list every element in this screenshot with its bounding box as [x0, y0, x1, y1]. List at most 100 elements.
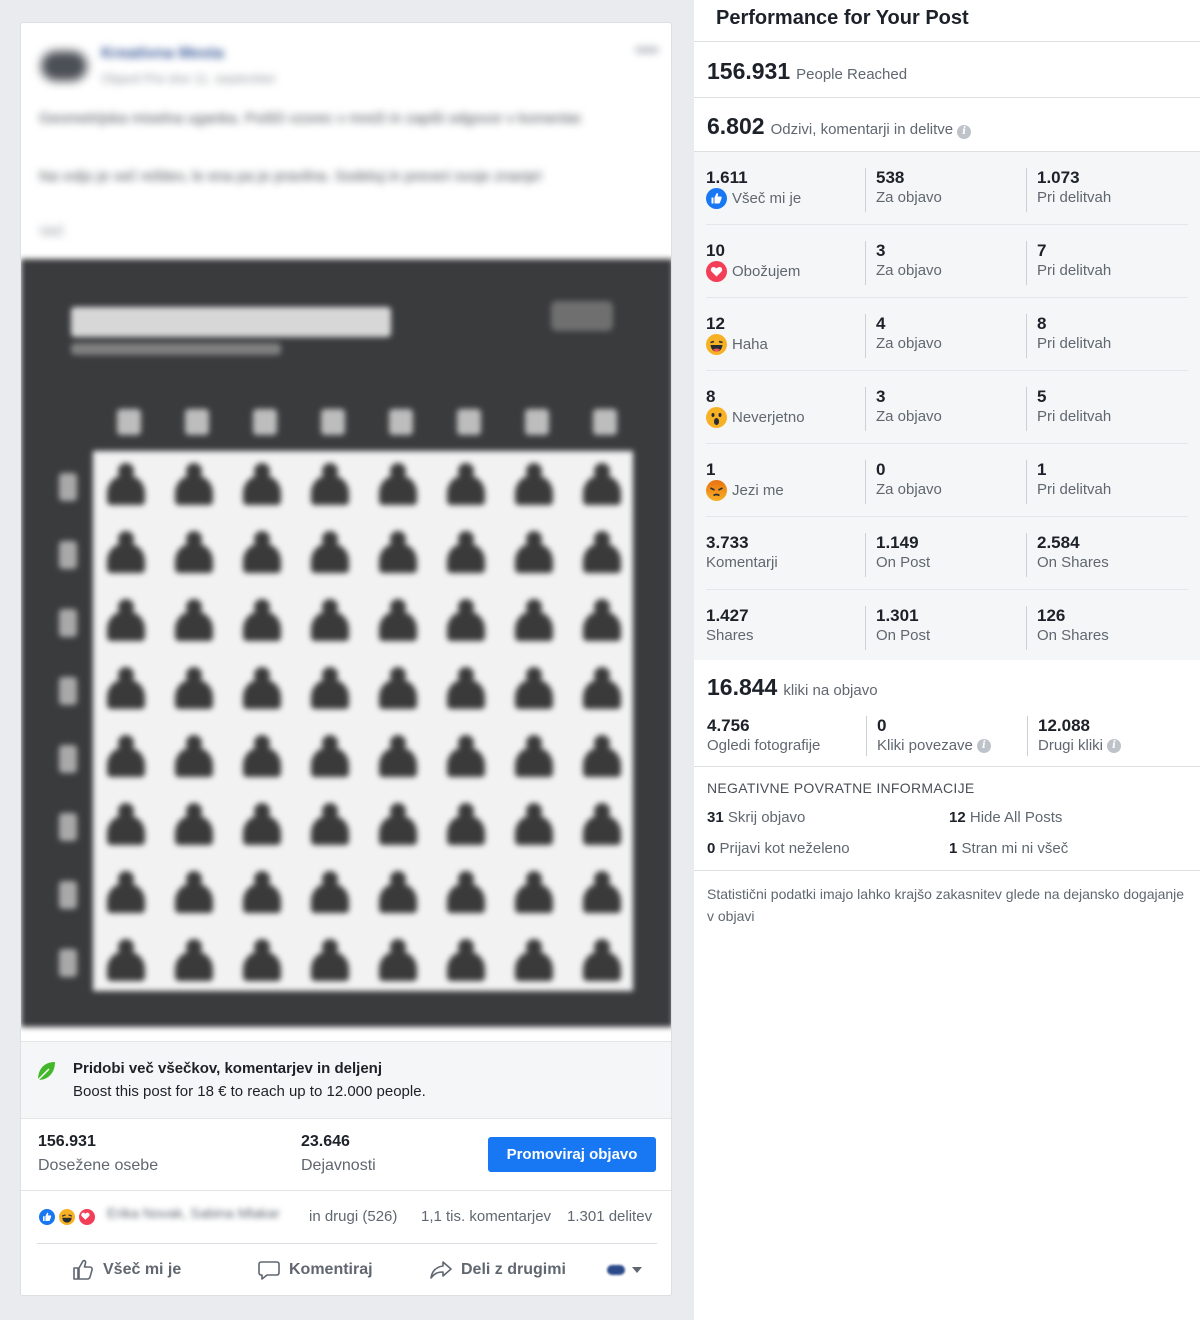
pawn-icon	[175, 939, 213, 981]
board-row-number	[59, 473, 77, 501]
board-row-number	[59, 541, 77, 569]
like-button-label: Všeč mi je	[103, 1261, 182, 1278]
see-more-link[interactable]: Več	[39, 223, 64, 240]
total-label: Neverjetno	[732, 408, 805, 426]
engagement-summary: 6.802 Odzivi, komentarji in delitve i	[707, 113, 972, 140]
other-clicks-value: 12.088	[1038, 716, 1090, 735]
performance-panel: Performance for Your Post 156.931 People…	[694, 0, 1200, 1320]
comments-count[interactable]: 1,1 tis. komentarjev	[421, 1208, 551, 1225]
panel-title: Performance for Your Post	[716, 7, 969, 29]
total-label: Obožujem	[732, 262, 801, 280]
on-shares-label: On Shares	[1037, 554, 1109, 571]
more-options-icon[interactable]	[635, 47, 659, 53]
breakdown-on-shares: 5 Pri delitvah	[1026, 387, 1111, 431]
pawn-icon	[447, 599, 485, 641]
image-subtitle-bar	[71, 343, 281, 355]
pawn-icon	[311, 735, 349, 777]
unlike-stat: 1 Stran mi ni všeč	[949, 840, 1068, 857]
page-name[interactable]: Kreativna Mesta	[101, 45, 224, 63]
total-label: Všeč mi je	[732, 189, 802, 207]
info-icon[interactable]: i	[957, 125, 972, 139]
share-button[interactable]: Deli z drugimi	[429, 1256, 566, 1284]
photo-views: 4.756 Ogledi fotografije	[707, 716, 820, 756]
post-as-selector[interactable]	[607, 1256, 651, 1284]
photo-views-value: 4.756	[707, 716, 750, 735]
like-reaction-icon	[37, 1207, 57, 1227]
pawn-icon	[243, 531, 281, 573]
pawn-icon	[447, 463, 485, 505]
action-bar: Všeč mi je Komentiraj Deli z drugimi	[37, 1243, 657, 1295]
boost-title: Pridobi več všečkov, komentarjev in delj…	[73, 1060, 383, 1077]
pawn-icon	[583, 531, 621, 573]
breakdown-row: 3.733 Komentarji 1.149 On Post 2.584 On …	[706, 517, 1188, 590]
pawn-icon	[515, 939, 553, 981]
negative-feedback-title: NEGATIVNE POVRATNE INFORMACIJE	[707, 780, 975, 796]
unlike-value: 1	[949, 840, 958, 857]
engagement-label: Dejavnosti	[301, 1157, 376, 1174]
breakdown-total: 1.427 Shares	[706, 606, 754, 650]
reactions-summary[interactable]: Erika Novak, Sabina Mlakar in drugi (526…	[21, 1191, 671, 1243]
on-shares-value: 1.073	[1037, 168, 1080, 187]
board-row-number	[59, 609, 77, 637]
on-post-label: Za objavo	[876, 262, 942, 279]
comment-icon	[258, 1261, 280, 1280]
total-value: 1.611	[706, 168, 748, 187]
pawn-icon	[379, 599, 417, 641]
on-post-value: 1.149	[876, 533, 919, 552]
breakdown-total: 1 Jezi me	[706, 460, 784, 504]
spam-stat: 0 Prijavi kot neželeno	[707, 840, 850, 857]
others-count[interactable]: in drugi (526)	[309, 1208, 397, 1225]
pawn-icon	[447, 735, 485, 777]
promote-post-button[interactable]: Promoviraj objavo	[488, 1137, 656, 1172]
post-header: Kreativna Mesta Objavil Pixi dne 11. sep…	[21, 23, 671, 259]
page-avatar[interactable]	[41, 51, 87, 81]
pawn-icon	[379, 939, 417, 981]
divider	[694, 97, 1200, 98]
pawn-icon	[515, 531, 553, 573]
total-label: Jezi me	[732, 481, 784, 499]
on-shares-label: Pri delitvah	[1037, 481, 1112, 498]
breakdown-on-post: 1.149 On Post	[865, 533, 930, 577]
engagement-total-label: Odzivi, komentarji in delitve	[770, 121, 954, 138]
total-value: 1	[706, 460, 716, 479]
engagement-total-value: 6.802	[707, 113, 765, 139]
post-image[interactable]	[21, 259, 671, 1027]
on-post-label: Za objavo	[876, 189, 942, 206]
page-avatar-small-icon	[607, 1265, 625, 1275]
on-post-value: 0	[876, 460, 886, 479]
shares-count[interactable]: 1.301 delitev	[567, 1208, 652, 1225]
pawn-icon	[447, 803, 485, 845]
info-icon[interactable]: i	[976, 739, 991, 753]
hide-all-value: 12	[949, 809, 966, 826]
post-clicks: 16.844 kliki na objavo	[707, 674, 878, 701]
pawn-icon	[311, 599, 349, 641]
pawn-icon	[583, 939, 621, 981]
pawn-icon	[311, 531, 349, 573]
like-button[interactable]: Všeč mi je	[71, 1256, 181, 1284]
pawn-icon	[107, 803, 145, 845]
comment-button[interactable]: Komentiraj	[257, 1256, 373, 1284]
reactor-names[interactable]: Erika Novak, Sabina Mlakar	[107, 1205, 305, 1225]
breakdown-on-post: 0 Za objavo	[865, 460, 942, 504]
pawn-icon	[107, 871, 145, 913]
board-column-letter	[525, 409, 549, 435]
boost-text: Boost this post for 18 € to reach up to …	[73, 1083, 426, 1100]
info-icon[interactable]: i	[1107, 739, 1122, 753]
total-label-wrap: Obožujem	[706, 261, 800, 282]
link-clicks-label: Kliki povezave	[877, 737, 973, 754]
reach-label: Dosežene osebe	[38, 1157, 159, 1174]
pawn-icon	[107, 735, 145, 777]
pawn-icon	[243, 871, 281, 913]
on-shares-label: Pri delitvah	[1037, 408, 1112, 425]
pawn-icon	[379, 463, 417, 505]
pawn-icon	[583, 803, 621, 845]
pawn-icon	[175, 531, 213, 573]
pawn-icon	[447, 667, 485, 709]
pawn-icon	[107, 667, 145, 709]
pawn-icon	[379, 735, 417, 777]
hide-all-label: Hide All Posts	[969, 809, 1063, 826]
board-row-number	[59, 677, 77, 705]
game-board	[93, 451, 633, 991]
breakdown-on-post: 1.301 On Post	[865, 606, 930, 650]
on-shares-label: On Shares	[1037, 627, 1109, 644]
